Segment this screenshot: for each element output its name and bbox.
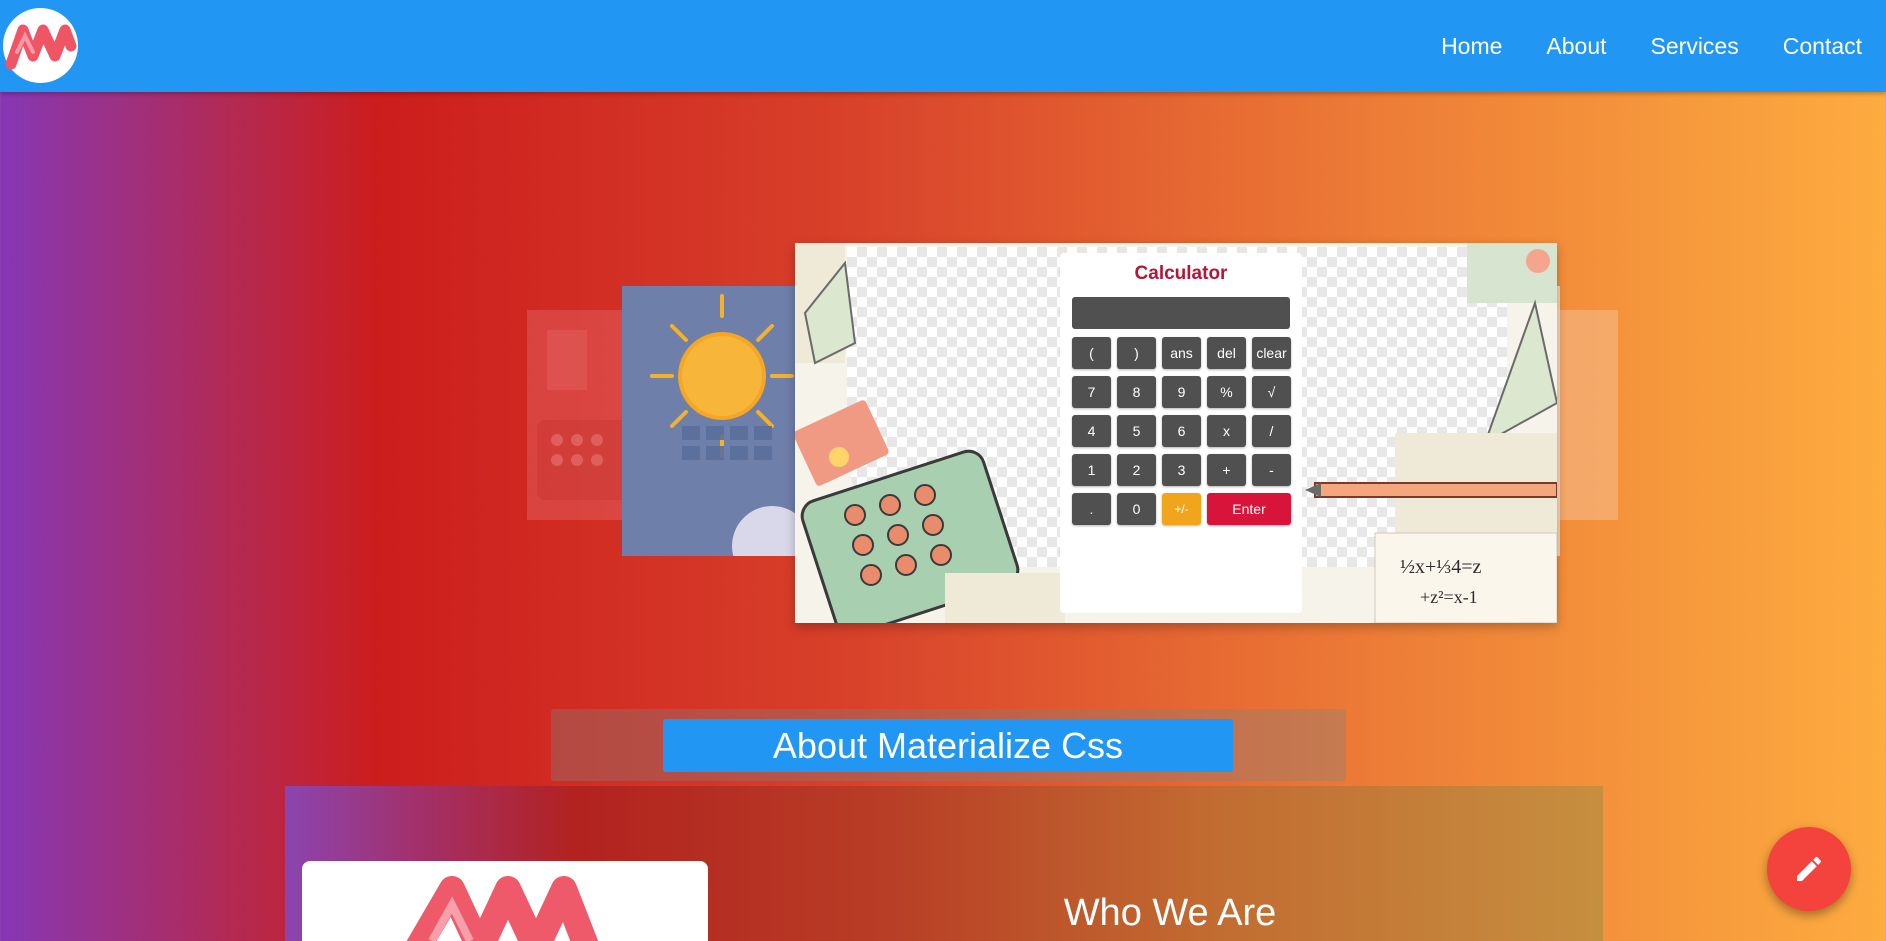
calc-btn-5[interactable]: 5 xyxy=(1117,415,1156,447)
calc-btn-3[interactable]: 3 xyxy=(1162,454,1201,486)
section-title: About Materialize Css xyxy=(663,719,1233,772)
nav-link-about[interactable]: About xyxy=(1524,33,1628,60)
top-navbar: Home About Services Contact xyxy=(0,0,1886,92)
image-carousel[interactable]: ½x+⅓4=z +z²=x-1 Calculator ( ) ans del c… xyxy=(0,92,1886,652)
calc-btn-decimal[interactable]: . xyxy=(1072,493,1111,525)
calc-btn-clear[interactable]: clear xyxy=(1252,337,1291,369)
svg-text:½x+⅓4=z: ½x+⅓4=z xyxy=(1400,556,1482,578)
calc-btn-0[interactable]: 0 xyxy=(1117,493,1156,525)
calc-btn-2[interactable]: 2 xyxy=(1117,454,1156,486)
calc-btn-minus[interactable]: - xyxy=(1252,454,1291,486)
materialize-m-logo-icon xyxy=(406,876,599,941)
about-logo-card xyxy=(302,861,708,941)
nav-link-services[interactable]: Services xyxy=(1629,33,1761,60)
pencil-edit-icon xyxy=(1797,856,1822,881)
calc-btn-open-paren[interactable]: ( xyxy=(1072,337,1111,369)
calc-btn-del[interactable]: del xyxy=(1207,337,1246,369)
nav-link-home[interactable]: Home xyxy=(1419,33,1524,60)
calculator-display xyxy=(1072,297,1290,329)
calc-btn-ans[interactable]: ans xyxy=(1162,337,1201,369)
calc-btn-1[interactable]: 1 xyxy=(1072,454,1111,486)
carousel-slide-active[interactable]: ½x+⅓4=z +z²=x-1 Calculator ( ) ans del c… xyxy=(795,243,1557,623)
about-heading: Who We Are xyxy=(1063,892,1277,934)
calc-btn-9[interactable]: 9 xyxy=(1162,376,1201,408)
calc-btn-8[interactable]: 8 xyxy=(1117,376,1156,408)
calc-btn-6[interactable]: 6 xyxy=(1162,415,1201,447)
nav-links: Home About Services Contact xyxy=(1419,0,1886,92)
calculator-widget: Calculator ( ) ans del clear 7 8 9 % √ 4… xyxy=(1060,253,1302,613)
svg-text:+z²=x-1: +z²=x-1 xyxy=(1420,587,1478,607)
calc-btn-7[interactable]: 7 xyxy=(1072,376,1111,408)
calc-btn-multiply[interactable]: x xyxy=(1207,415,1246,447)
calc-btn-enter[interactable]: Enter xyxy=(1207,493,1291,525)
materialize-m-logo-icon xyxy=(5,24,77,70)
calc-btn-close-paren[interactable]: ) xyxy=(1117,337,1156,369)
calc-btn-negate[interactable]: +/- xyxy=(1162,493,1201,525)
floating-action-button[interactable] xyxy=(1767,827,1851,911)
calc-btn-divide[interactable]: / xyxy=(1252,415,1291,447)
calc-btn-4[interactable]: 4 xyxy=(1072,415,1111,447)
calc-btn-percent[interactable]: % xyxy=(1207,376,1246,408)
calc-btn-plus[interactable]: + xyxy=(1207,454,1246,486)
brand-logo[interactable] xyxy=(3,8,78,83)
calculator-title: Calculator xyxy=(1134,263,1228,284)
nav-link-contact[interactable]: Contact xyxy=(1761,33,1886,60)
calc-btn-sqrt[interactable]: √ xyxy=(1252,376,1291,408)
